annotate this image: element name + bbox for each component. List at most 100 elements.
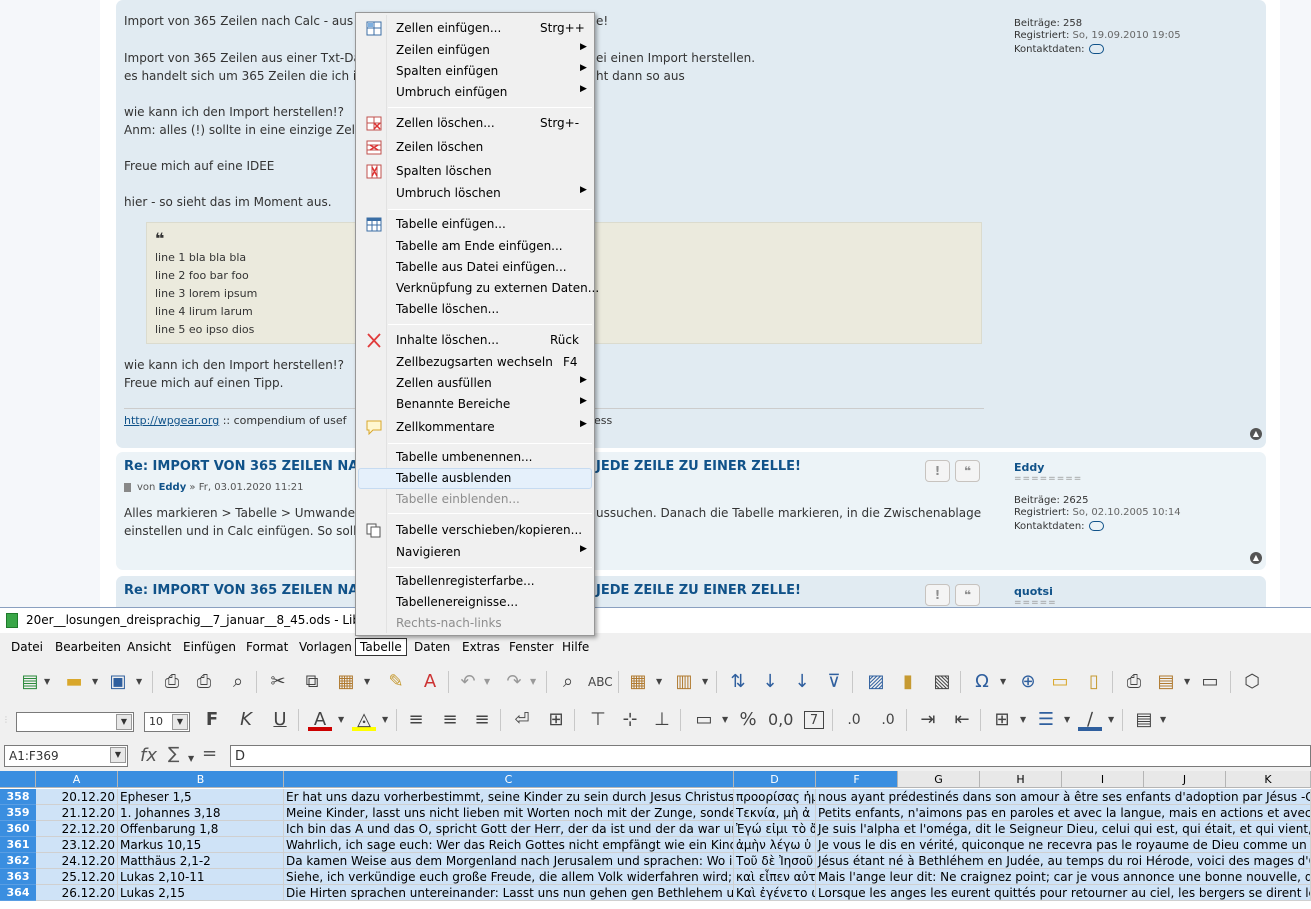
chevron-down-icon[interactable]: ▼ — [702, 671, 710, 693]
column-header[interactable]: K — [1226, 771, 1311, 788]
align-bottom-icon[interactable]: ⊥ — [650, 709, 674, 731]
grid-cell-d[interactable]: Καὶ ἐγένετο ὡ — [734, 885, 816, 901]
grid-cell-a[interactable]: 23.12.20 — [36, 837, 118, 853]
chevron-down-icon[interactable]: ▼ — [382, 709, 390, 731]
clear-formatting-icon[interactable]: A — [418, 671, 442, 693]
grid-cell-a[interactable]: 22.12.20 — [36, 821, 118, 837]
chevron-down-icon[interactable]: ▼ — [188, 748, 196, 770]
formula-icon[interactable]: = — [202, 743, 217, 764]
menu-item-insert-columns[interactable]: Spalten einfügen ▶ — [358, 61, 592, 82]
delete-decimal-icon[interactable]: .0 — [876, 709, 900, 731]
menu-item-insert-sheet-at-end[interactable]: Tabelle am Ende einfügen... — [358, 236, 592, 257]
menu-item-move-copy-sheet[interactable]: Tabelle verschieben/kopieren... — [358, 520, 592, 541]
chevron-down-icon[interactable]: ▼ — [1108, 709, 1116, 731]
post-title-tail[interactable]: JEDE ZEILE ZU EINER ZELLE! — [596, 583, 801, 598]
row-icon[interactable]: ▦ — [626, 671, 650, 693]
align-center-icon[interactable]: ≡ — [438, 709, 462, 731]
post-title-tail[interactable]: JEDE ZEILE ZU EINER ZELLE! — [596, 459, 801, 474]
menu-item-insert-sheet-from-file[interactable]: Tabelle aus Datei einfügen... — [358, 257, 592, 278]
menu-item-right-to-left[interactable]: Rechts-nach-links — [358, 613, 592, 634]
redo-icon[interactable]: ↷ — [502, 671, 526, 693]
grid-cell-c[interactable]: Meine Kinder, lasst uns nicht lieben mit… — [284, 805, 734, 821]
insert-chart-icon[interactable]: ▮ — [896, 671, 920, 693]
row-header[interactable]: 361 — [0, 837, 36, 853]
number-format-icon[interactable]: 0,0 — [768, 709, 793, 731]
chevron-down-icon[interactable]: ▼ — [92, 671, 100, 693]
chevron-down-icon[interactable]: ▼ — [722, 709, 730, 731]
row-header[interactable]: 358 — [0, 789, 36, 805]
chevron-down-icon[interactable]: ▼ — [1020, 709, 1028, 731]
paste-icon[interactable]: ▦ — [334, 671, 358, 693]
menu-tabelle[interactable]: Tabelle — [355, 638, 407, 656]
menu-item-insert-rows[interactable]: Zeilen einfügen ▶ — [358, 40, 592, 61]
menu-einfuegen[interactable]: Einfügen — [179, 639, 240, 655]
row-header[interactable]: 364 — [0, 885, 36, 901]
grid-cell-f[interactable]: Mais l'ange leur dit: Ne craignez point;… — [816, 869, 1311, 885]
highlight-color-icon[interactable]: ◬ — [352, 709, 376, 731]
menu-item-delete-sheet[interactable]: Tabelle löschen... — [358, 299, 592, 320]
grid-cell-c[interactable]: Da kamen Weise aus dem Morgenland nach J… — [284, 853, 734, 869]
grid-cell-a[interactable]: 26.12.20 — [36, 885, 118, 901]
define-print-area-icon[interactable]: ⎙ — [1122, 671, 1146, 693]
column-header[interactable]: F — [816, 771, 898, 788]
undo-icon[interactable]: ↶ — [456, 671, 480, 693]
bold-icon[interactable]: F — [200, 709, 224, 731]
align-top-icon[interactable]: ⊤ — [586, 709, 610, 731]
menu-item-clear-contents[interactable]: Inhalte löschen... Rück — [358, 330, 592, 351]
grid-cell-c[interactable]: Wahrlich, ich sage euch: Wer das Reich G… — [284, 837, 734, 853]
menu-item-delete-columns[interactable]: Spalten löschen — [358, 161, 592, 182]
autofilter-icon[interactable]: ⊽ — [822, 671, 846, 693]
report-button[interactable]: ! — [925, 584, 950, 606]
currency-format-icon[interactable]: ▭ — [692, 709, 716, 731]
menu-item-delete-rows[interactable]: Zeilen löschen — [358, 137, 592, 158]
chevron-down-icon[interactable]: ▼ — [110, 747, 126, 763]
grid-cell-f[interactable]: Je suis l'alpha et l'oméga, dit le Seign… — [816, 821, 1311, 837]
clone-formatting-icon[interactable]: ✎ — [384, 671, 408, 693]
add-decimal-icon[interactable]: .0 — [842, 709, 866, 731]
column-header[interactable]: D — [734, 771, 816, 788]
insert-image-icon[interactable]: ▨ — [864, 671, 888, 693]
row-header[interactable]: 362 — [0, 853, 36, 869]
menu-item-rename-sheet[interactable]: Tabelle umbenennen... — [358, 447, 592, 468]
menu-ansicht[interactable]: Ansicht — [123, 639, 175, 655]
menu-item-delete-cells[interactable]: Zellen löschen... Strg+- — [358, 113, 592, 134]
hyperlink-icon[interactable]: ⊕ — [1016, 671, 1040, 693]
chevron-down-icon[interactable]: ▼ — [656, 671, 664, 693]
find-replace-icon[interactable]: ⌕ — [556, 671, 580, 693]
grid-cell-c[interactable]: Die Hirten sprachen untereinander: Lasst… — [284, 885, 734, 901]
chevron-down-icon[interactable]: ▼ — [1064, 709, 1072, 731]
menu-item-insert-break[interactable]: Umbruch einfügen ▶ — [358, 82, 592, 103]
split-window-icon[interactable]: ▭ — [1198, 671, 1222, 693]
chevron-down-icon[interactable]: ▼ — [136, 671, 144, 693]
column-header[interactable]: I — [1062, 771, 1144, 788]
underline-icon[interactable]: U — [268, 709, 292, 731]
new-document-icon[interactable]: ▤ — [18, 671, 42, 693]
border-color-icon[interactable]: ∕ — [1078, 709, 1102, 731]
align-right-icon[interactable]: ≡ — [470, 709, 494, 731]
borders-icon[interactable]: ⊞ — [990, 709, 1014, 731]
post-title[interactable]: Re: IMPORT VON 365 ZEILEN NAC — [124, 583, 368, 598]
grid-cell-b[interactable]: Lukas 2,15 — [118, 885, 284, 901]
column-header[interactable]: G — [898, 771, 980, 788]
special-character-icon[interactable]: Ω — [970, 671, 994, 693]
report-button[interactable]: ! — [925, 460, 950, 482]
menu-item-insert-cells[interactable]: Zellen einfügen... Strg++ — [358, 18, 592, 39]
grid-cell-d[interactable]: Τεκνία, μὴ ἀ — [734, 805, 816, 821]
quote-button[interactable]: ❝ — [955, 460, 980, 482]
chevron-down-icon[interactable]: ▼ — [1184, 671, 1192, 693]
column-header[interactable]: A — [36, 771, 118, 788]
freeze-rows-icon[interactable]: ▤ — [1154, 671, 1178, 693]
menu-item-insert-sheet[interactable]: Tabelle einfügen... — [358, 214, 592, 235]
grid-cell-d[interactable]: Ἐγώ εἰμι τὸ ἄ — [734, 821, 816, 837]
border-style-icon[interactable]: ☰ — [1034, 709, 1058, 731]
contact-bubble-icon[interactable] — [1088, 44, 1104, 54]
grid-cell-a[interactable]: 25.12.20 — [36, 869, 118, 885]
chevron-down-icon[interactable]: ▼ — [364, 671, 372, 693]
percent-format-icon[interactable]: % — [736, 709, 760, 731]
grid-cell-f[interactable]: Je vous le dis en vérité, quiconque ne r… — [816, 837, 1311, 853]
menu-item-fill-cells[interactable]: Zellen ausfüllen ▶ — [358, 373, 592, 394]
grid-cell-b[interactable]: Matthäus 2,1-2 — [118, 853, 284, 869]
increase-indent-icon[interactable]: ⇥ — [916, 709, 940, 731]
formula-input[interactable]: D — [230, 745, 1311, 767]
menu-item-tab-color[interactable]: Tabellenregisterfarbe... — [358, 571, 592, 592]
